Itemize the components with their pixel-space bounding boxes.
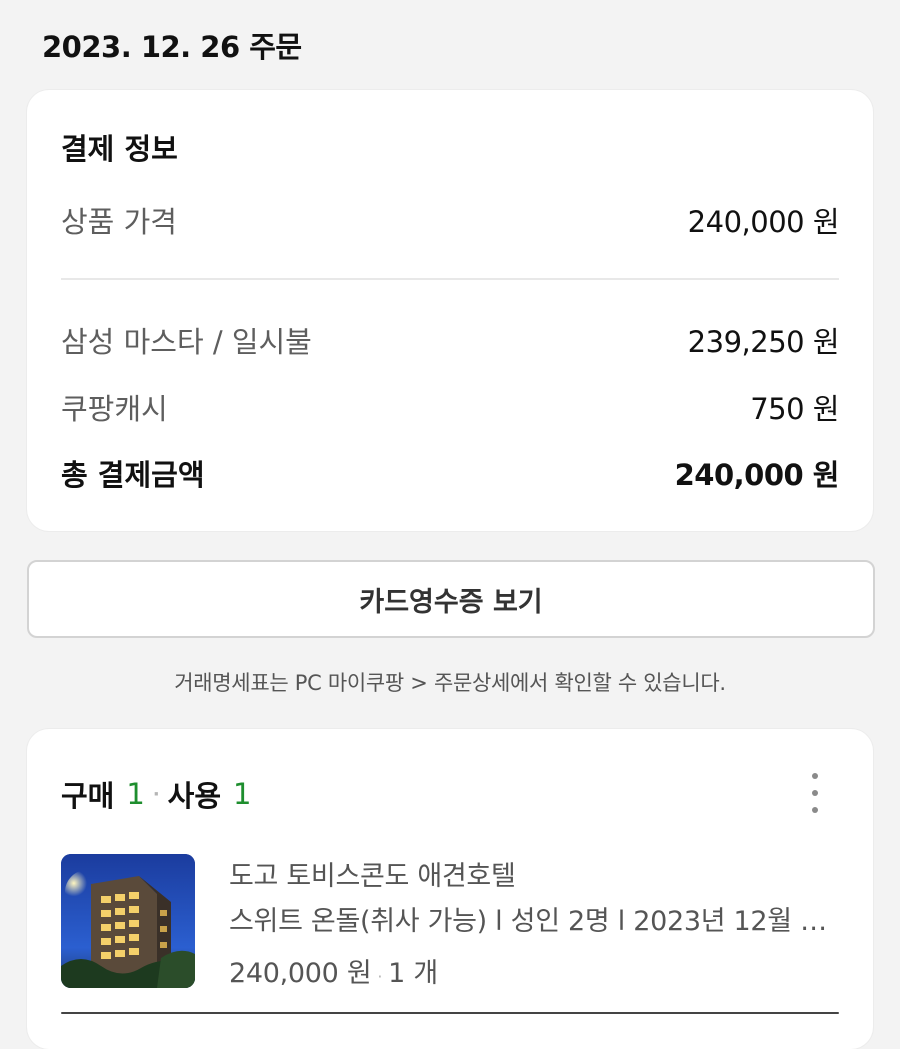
order-date-title: 2023. 12. 26 주문 xyxy=(42,30,302,64)
more-icon-dot xyxy=(812,790,818,796)
product-option: 스위트 온돌(취사 가능) l 성인 2명 l 2023년 12월 30일 xyxy=(229,906,839,937)
use-label: 사용 xyxy=(167,779,222,813)
card-receipt-button[interactable]: 카드영수증 보기 xyxy=(27,560,875,638)
card-payment-row: 삼성 마스타 / 일시불 239,250 원 xyxy=(61,320,840,360)
product-price-row: 상품 가격 240,000 원 xyxy=(61,200,840,240)
payment-divider xyxy=(61,278,839,280)
purchase-summary-header: 구매 1 · 사용 1 xyxy=(61,773,252,815)
product-quantity: 1 개 xyxy=(388,958,438,989)
product-info[interactable]: 도고 토비스콘도 애견호텔 스위트 온돌(취사 가능) l 성인 2명 l 20… xyxy=(229,857,839,994)
cash-payment-value: 750 원 xyxy=(750,392,839,426)
product-price-line: 240,000 원 · 1 개 xyxy=(229,954,839,994)
more-icon-dot xyxy=(812,773,818,779)
purchase-card: 구매 1 · 사용 1 도고 토비스콘도 애견호텔 스위트 온돌(취사 가능) … xyxy=(27,729,873,1049)
total-payment-row: 총 결제금액 240,000 원 xyxy=(61,453,840,493)
buy-count: 1 xyxy=(126,777,145,811)
price-separator: · xyxy=(377,967,383,986)
more-options-button[interactable] xyxy=(803,773,827,813)
total-payment-value: 240,000 원 xyxy=(674,458,840,492)
card-payment-label: 삼성 마스타 / 일시불 xyxy=(61,325,312,359)
product-price: 240,000 원 xyxy=(229,958,372,989)
product-price-label: 상품 가격 xyxy=(61,205,177,239)
product-name: 도고 토비스콘도 애견호텔 xyxy=(229,861,516,892)
use-count: 1 xyxy=(233,777,252,811)
total-payment-label: 총 결제금액 xyxy=(61,458,205,492)
payment-info-card: 결제 정보 상품 가격 240,000 원 삼성 마스타 / 일시불 239,2… xyxy=(27,90,873,531)
product-price-value: 240,000 원 xyxy=(687,205,840,239)
header-separator: · xyxy=(152,783,160,805)
cash-payment-row: 쿠팡캐시 750 원 xyxy=(61,387,839,427)
buy-label: 구매 xyxy=(61,779,115,813)
statement-notice: 거래명세표는 PC 마이쿠팡 > 주문상세에서 확인할 수 있습니다. xyxy=(174,671,726,695)
hotel-thumbnail[interactable] xyxy=(61,854,195,988)
hotel-building-image xyxy=(61,854,195,988)
more-icon-dot xyxy=(812,807,818,813)
card-payment-value: 239,250 원 xyxy=(687,325,840,359)
cash-payment-label: 쿠팡캐시 xyxy=(61,392,168,426)
payment-info-title: 결제 정보 xyxy=(61,132,178,166)
